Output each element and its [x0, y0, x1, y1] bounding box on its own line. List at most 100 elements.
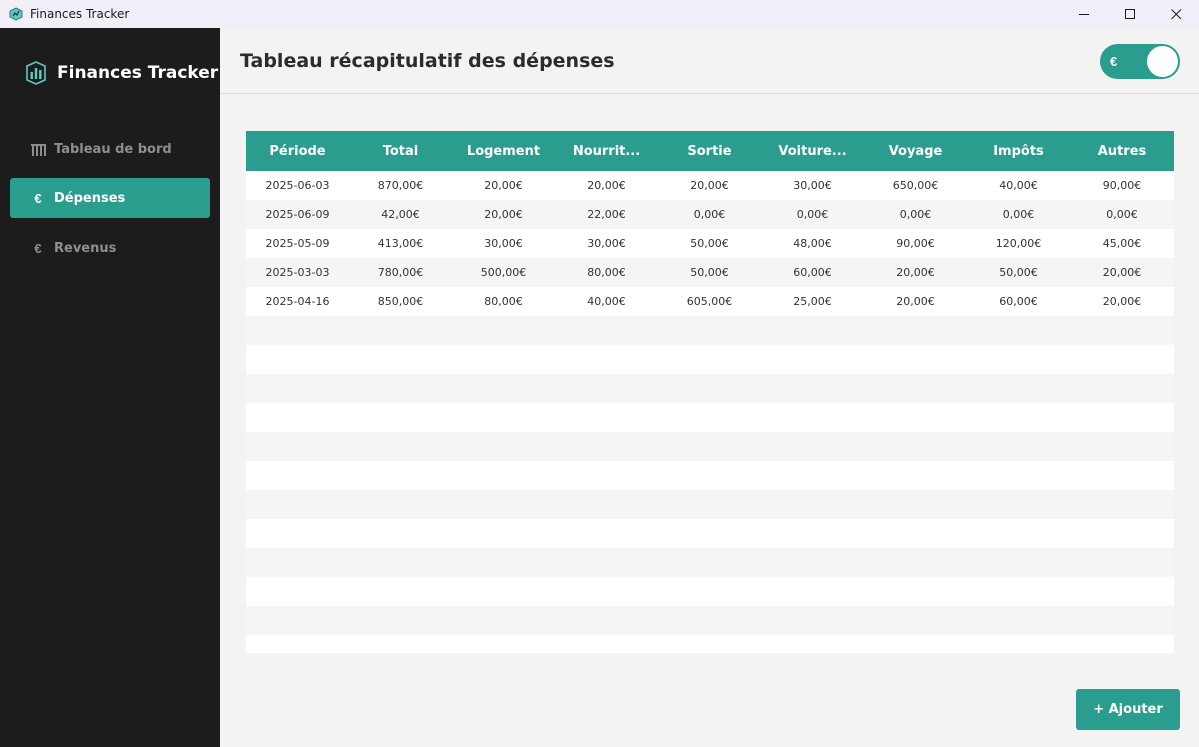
close-icon	[1170, 8, 1181, 19]
maximize-button[interactable]	[1107, 0, 1153, 28]
table-cell: 870,00€	[377, 179, 424, 192]
table-cell: 90,00€	[1102, 179, 1142, 192]
table-cell: 2025-06-03	[265, 179, 330, 192]
column-header[interactable]: Sortie	[658, 131, 761, 171]
minimize-icon	[1078, 13, 1089, 15]
brand-name: Finances Tracker	[57, 63, 219, 83]
table-cell: 20,00€	[690, 179, 729, 192]
table-cell: 20,00€	[1102, 295, 1142, 308]
table-cell: 30,00€	[484, 237, 523, 250]
column-header[interactable]: Total	[349, 131, 452, 171]
currency-toggle[interactable]: €	[1100, 44, 1180, 79]
table-cell: 48,00€	[793, 237, 832, 250]
sidebar-item-tableau-de-bord[interactable]: Tableau de bord	[10, 129, 210, 169]
table-cell: 60,00€	[793, 266, 832, 279]
table-row[interactable]: 2025-05-09 413,00€ 30,00€ 30,00€ 50,00€ 48,00…	[246, 229, 1174, 258]
page-title: Tableau récapitulatif des dépenses	[240, 50, 615, 72]
table-cell: 650,00€	[892, 179, 939, 192]
table-cell: 90,00€	[896, 237, 935, 250]
table-cell: 22,00€	[587, 208, 626, 221]
chart-bars-icon	[30, 143, 46, 156]
euro-icon: €	[34, 190, 42, 206]
expenses-table: Période Total Logement Nourrit... Sortie Voit…	[246, 131, 1174, 653]
window-controls	[1061, 0, 1199, 28]
column-header[interactable]: Impôts	[967, 131, 1070, 171]
empty-row	[246, 606, 1174, 635]
sidebar: Finances Tracker Tableau de bord € Dépen…	[0, 28, 220, 747]
table-cell: 2025-03-03	[265, 266, 330, 279]
table-cell: 605,00€	[686, 295, 733, 308]
table-cell: 0,00€	[796, 208, 829, 221]
table-cell: 30,00€	[793, 179, 832, 192]
empty-row	[246, 548, 1174, 577]
table-cell: 80,00€	[484, 295, 523, 308]
table-cell: 40,00€	[999, 179, 1038, 192]
window-titlebar: Finances Tracker	[0, 0, 1199, 28]
table-cell: 20,00€	[587, 179, 626, 192]
euro-icon: €	[34, 240, 42, 256]
sidebar-item-label: Dépenses	[54, 190, 126, 206]
column-header[interactable]: Autres	[1070, 131, 1174, 171]
toggle-knob	[1147, 46, 1178, 77]
table-cell: 0,00€	[899, 208, 932, 221]
table-header-row: Période Total Logement Nourrit... Sortie Voit…	[246, 131, 1174, 171]
table-cell: 80,00€	[587, 266, 626, 279]
table-cell: 20,00€	[484, 179, 523, 192]
app-icon	[9, 7, 23, 21]
table-cell: 25,00€	[793, 295, 832, 308]
column-header[interactable]: Logement	[452, 131, 555, 171]
table-cell: 45,00€	[1102, 237, 1142, 250]
table-cell: 2025-04-16	[265, 295, 330, 308]
sidebar-item-label: Revenus	[54, 240, 117, 256]
add-button[interactable]: + Ajouter	[1076, 689, 1180, 730]
table-cell: 0,00€	[1002, 208, 1035, 221]
table-cell: 0,00€	[693, 208, 726, 221]
table-cell: 0,00€	[1106, 208, 1138, 221]
table-cell: 50,00€	[690, 237, 729, 250]
table-cell: 60,00€	[999, 295, 1038, 308]
empty-row	[246, 316, 1174, 345]
sidebar-item-depenses[interactable]: € Dépenses	[10, 178, 210, 218]
table-row[interactable]: 2025-03-03 780,00€ 500,00€ 80,00€ 50,00€ 60,0…	[246, 258, 1174, 287]
table-cell: 30,00€	[587, 237, 626, 250]
sidebar-item-label: Tableau de bord	[54, 141, 172, 157]
empty-row	[246, 490, 1174, 519]
page-header: Tableau récapitulatif des dépenses €	[220, 28, 1199, 94]
empty-row	[246, 577, 1174, 606]
table-cell: 413,00€	[377, 237, 424, 250]
column-header[interactable]: Voyage	[864, 131, 967, 171]
minimize-button[interactable]	[1061, 0, 1107, 28]
table-row[interactable]: 2025-06-09 42,00€ 20,00€ 22,00€ 0,00€ 0,00€ 0,…	[246, 200, 1174, 229]
empty-row	[246, 345, 1174, 374]
table-cell: 780,00€	[377, 266, 424, 279]
empty-row	[246, 432, 1174, 461]
table-cell: 2025-05-09	[265, 237, 330, 250]
close-button[interactable]	[1153, 0, 1199, 28]
empty-row	[246, 403, 1174, 432]
empty-row	[246, 519, 1174, 548]
currency-toggle-label: €	[1110, 54, 1118, 69]
table-row[interactable]: 2025-06-03 870,00€ 20,00€ 20,00€ 20,00€ 30,00…	[246, 171, 1174, 200]
table-cell: 50,00€	[999, 266, 1038, 279]
table-cell: 20,00€	[896, 295, 935, 308]
brand: Finances Tracker	[24, 60, 218, 86]
table-cell: 40,00€	[587, 295, 626, 308]
logo-icon	[26, 61, 46, 85]
table-row[interactable]: 2025-04-16 850,00€ 80,00€ 40,00€ 605,00€ 25,0…	[246, 287, 1174, 316]
table-cell: 500,00€	[480, 266, 527, 279]
empty-row	[246, 461, 1174, 490]
empty-rows	[246, 316, 1174, 653]
empty-row	[246, 635, 1174, 653]
table-body: 2025-06-03 870,00€ 20,00€ 20,00€ 20,00€ 30,00…	[246, 171, 1174, 316]
table-cell: 850,00€	[377, 295, 424, 308]
table-cell: 50,00€	[690, 266, 729, 279]
column-header[interactable]: Nourrit...	[555, 131, 658, 171]
table-cell: 2025-06-09	[265, 208, 330, 221]
table-cell: 120,00€	[995, 237, 1042, 250]
column-header[interactable]: Voiture...	[761, 131, 864, 171]
empty-row	[246, 374, 1174, 403]
table-cell: 20,00€	[1102, 266, 1142, 279]
column-header[interactable]: Période	[246, 131, 349, 171]
sidebar-item-revenus[interactable]: € Revenus	[10, 228, 210, 268]
table-cell: 20,00€	[484, 208, 523, 221]
